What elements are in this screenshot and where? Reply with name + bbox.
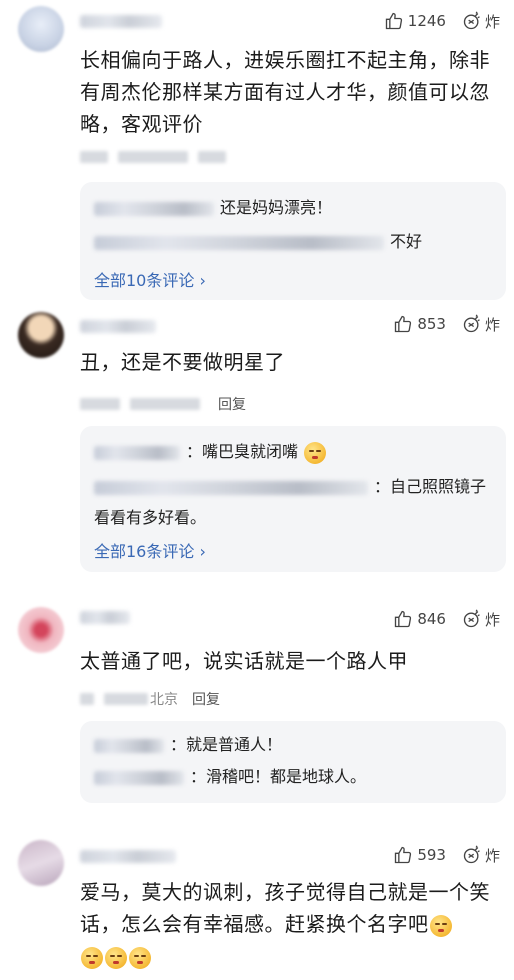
reply-item[interactable]: ：自己照照镜子看看有多好看。 — [94, 471, 494, 533]
avatar[interactable] — [18, 607, 64, 653]
like-count: 593 — [417, 846, 446, 864]
replies-box: ：就是普通人！ ：滑稽吧！都是地球人。 — [80, 721, 506, 803]
replies-box: ：嘴巴臭就闭嘴 ：自己照照镜子看看有多好看。 全部16条评论 › — [80, 426, 506, 572]
thumbs-up-icon — [395, 610, 412, 628]
username-blurred[interactable] — [80, 320, 156, 333]
like-button[interactable]: 1246 — [384, 11, 446, 31]
location-text: 北京 — [150, 692, 178, 708]
username-blurred[interactable] — [80, 15, 162, 28]
reply-text: 就是普通人！ — [186, 735, 283, 754]
boom-button[interactable]: 炸 — [462, 11, 500, 32]
boom-button[interactable]: 炸 — [462, 845, 500, 866]
reply-text: 不好 — [390, 232, 423, 251]
like-button[interactable]: 853 — [393, 314, 446, 334]
view-all-replies-link[interactable]: 全部10条评论 › — [94, 267, 206, 291]
reply-text: 嘴巴臭就闭嘴 — [202, 442, 299, 461]
like-count: 853 — [417, 315, 446, 333]
emoji-icon — [105, 946, 127, 969]
emoji-icon — [129, 946, 151, 969]
boom-button[interactable]: 炸 — [462, 314, 500, 335]
boom-icon — [463, 845, 480, 864]
replies-box: 还是妈妈漂亮！ 不好 全部10条评论 › — [80, 182, 506, 300]
like-button[interactable]: 846 — [393, 609, 446, 629]
reply-item[interactable]: ：滑稽吧！都是地球人。 — [94, 763, 494, 791]
boom-label: 炸 — [484, 315, 500, 334]
reply-item[interactable]: 不好 — [94, 228, 494, 256]
reply-text: 滑稽吧！都是地球人。 — [206, 767, 367, 786]
thumbs-up-icon — [395, 315, 412, 333]
avatar[interactable] — [18, 840, 64, 886]
reply-item[interactable]: ：就是普通人！ — [94, 731, 494, 759]
comment-text: 丑，还是不要做明星了 — [80, 350, 285, 374]
avatar[interactable] — [18, 6, 64, 52]
comment-text: 长相偏向于路人，进娱乐圈扛不起主角，除非有周杰伦那样某方面有过人才华，颜值可以忽… — [80, 48, 490, 136]
view-all-replies-link[interactable]: 全部16条评论 › — [94, 538, 206, 562]
avatar[interactable] — [18, 312, 64, 358]
emoji-icon — [304, 441, 327, 464]
reply-text: 还是妈妈漂亮！ — [220, 198, 333, 217]
emoji-icon — [81, 946, 103, 969]
reply-button[interactable]: 回复 — [218, 394, 246, 414]
reply-button[interactable]: 回复 — [192, 689, 220, 709]
boom-label: 炸 — [484, 12, 500, 31]
comment-text: 太普通了吧，说实话就是一个路人甲 — [80, 649, 408, 673]
comment-meta: 回复 — [80, 394, 246, 414]
like-count: 1246 — [407, 12, 446, 30]
boom-icon — [463, 314, 480, 333]
reply-item[interactable]: ：嘴巴臭就闭嘴 — [94, 438, 494, 466]
comment-meta — [80, 151, 226, 163]
username-blurred[interactable] — [80, 611, 130, 624]
like-count: 846 — [417, 610, 446, 628]
reply-item[interactable]: 还是妈妈漂亮！ — [94, 194, 494, 222]
comment-text-body: 爱马，莫大的讽刺，孩子觉得自己就是一个笑话，怎么会有幸福感。赶紧换个名字吧 — [80, 880, 490, 936]
comment-text: 爱马，莫大的讽刺，孩子觉得自己就是一个笑话，怎么会有幸福感。赶紧换个名字吧 — [80, 876, 496, 972]
username-blurred[interactable] — [80, 850, 176, 863]
comment-meta: 北京 回复 — [80, 689, 220, 709]
thumbs-up-icon — [385, 12, 402, 30]
thumbs-up-icon — [395, 846, 412, 864]
boom-button[interactable]: 炸 — [462, 609, 500, 630]
like-button[interactable]: 593 — [393, 845, 446, 865]
boom-label: 炸 — [484, 846, 500, 865]
boom-label: 炸 — [484, 610, 500, 629]
emoji-icon — [429, 914, 452, 937]
boom-icon — [463, 11, 480, 30]
boom-icon — [463, 609, 480, 628]
